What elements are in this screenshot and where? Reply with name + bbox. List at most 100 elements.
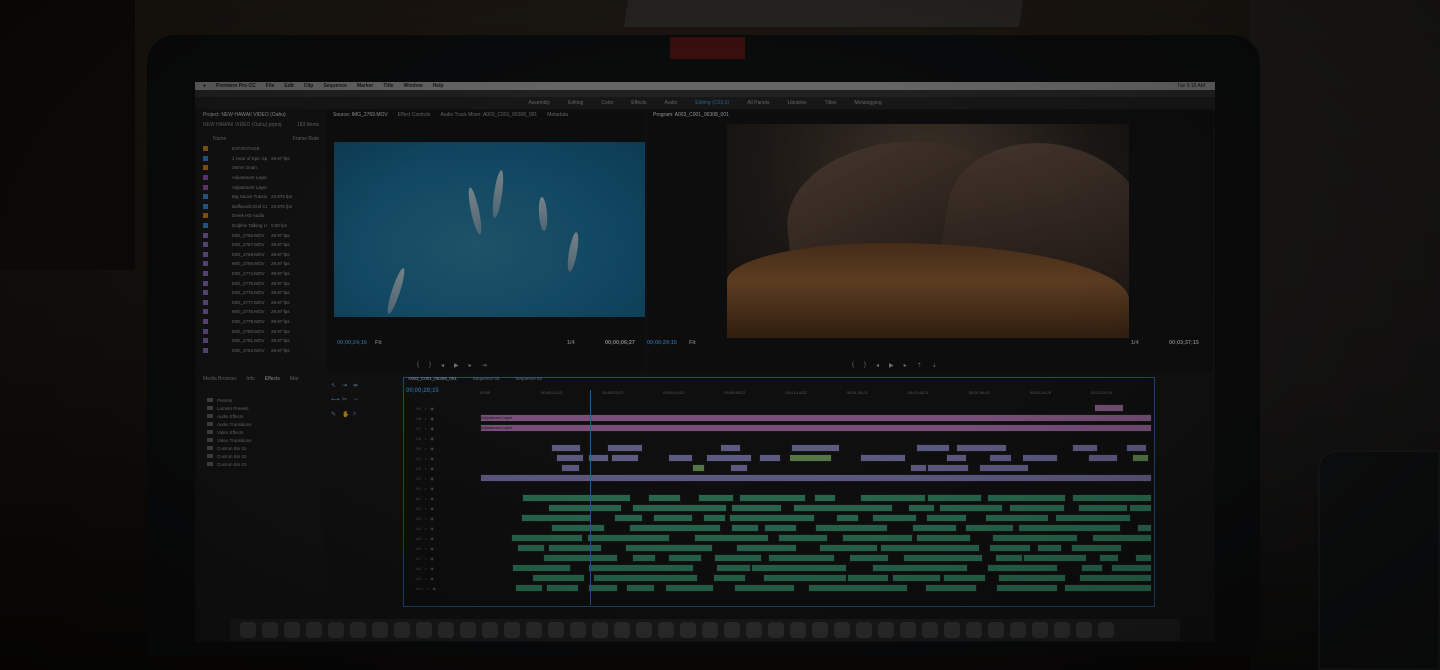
- extract-icon[interactable]: ⇣: [932, 362, 937, 369]
- timeline-clip[interactable]: [510, 534, 584, 542]
- timeline-clip[interactable]: [762, 574, 847, 582]
- lock-icon[interactable]: ▪: [425, 496, 426, 501]
- eye-icon[interactable]: ◉: [430, 516, 434, 521]
- dock-app-icon[interactable]: [240, 622, 256, 638]
- timeline-clip[interactable]: [988, 454, 1012, 462]
- eye-icon[interactable]: ◉: [430, 486, 434, 491]
- rolling-edit-icon[interactable]: ⟷: [331, 396, 340, 403]
- lock-icon[interactable]: ▪: [427, 586, 428, 591]
- step-back-icon[interactable]: ◂: [441, 362, 444, 369]
- track-header[interactable]: A6 ▪ ◉: [404, 544, 480, 553]
- track-header[interactable]: A4 ▪ ◉: [404, 524, 480, 533]
- project-item[interactable]: Dolphin Talking Unde 0.00 fps: [197, 221, 325, 231]
- effects-search[interactable]: [197, 384, 325, 396]
- dock-app-icon[interactable]: [438, 622, 454, 638]
- timeline-clip[interactable]: [1064, 584, 1152, 592]
- eye-icon[interactable]: ◉: [430, 456, 434, 461]
- effects-folder[interactable]: Audio Transitions: [197, 420, 325, 428]
- timeline-clip[interactable]: [925, 584, 978, 592]
- timeline-clip[interactable]: [706, 454, 752, 462]
- timeline-clip[interactable]: [703, 514, 726, 522]
- selection-tool-icon[interactable]: ↖: [331, 382, 338, 389]
- effects-folder[interactable]: Audio Effects: [197, 412, 325, 420]
- timeline-clip[interactable]: [588, 454, 610, 462]
- timeline-clip[interactable]: [548, 504, 623, 512]
- dock-app-icon[interactable]: [262, 622, 278, 638]
- timeline-clip[interactable]: [512, 564, 572, 572]
- tab-sequence-03a[interactable]: Sequence 03: [473, 376, 500, 381]
- effects-folder[interactable]: Presets: [197, 396, 325, 404]
- dock-app-icon[interactable]: [768, 622, 784, 638]
- timeline-clip[interactable]: [777, 534, 828, 542]
- step-back-icon[interactable]: ◂: [876, 362, 879, 369]
- timeline-clip[interactable]: [927, 494, 983, 502]
- lift-icon[interactable]: ⇡: [917, 362, 922, 369]
- app-menu[interactable]: Premiere Pro CC: [216, 83, 256, 89]
- effects-folder[interactable]: Custom Bin 02: [197, 452, 325, 460]
- menu-sequence[interactable]: Sequence: [323, 83, 347, 89]
- timeline-clip[interactable]: [632, 504, 727, 512]
- timeline-clip[interactable]: [587, 584, 618, 592]
- timeline-clip[interactable]: [915, 534, 971, 542]
- project-item[interactable]: IMG_2781.MOV 29.97 fps: [197, 336, 325, 346]
- lock-icon[interactable]: ▪: [425, 546, 426, 551]
- workspace-titles[interactable]: Titles: [825, 100, 837, 106]
- timeline-clip[interactable]: [522, 494, 632, 502]
- timeline-timecode[interactable]: 00;00;29;15: [406, 388, 439, 394]
- eye-icon[interactable]: ◉: [430, 526, 434, 531]
- tab-media-browser[interactable]: Media Browser: [203, 376, 236, 382]
- timeline-clip[interactable]: [1070, 544, 1122, 552]
- timeline-clip[interactable]: [480, 474, 1152, 482]
- track-header[interactable]: V2 ▪ ◉: [404, 474, 480, 483]
- timeline-clip[interactable]: [647, 494, 682, 502]
- menu-title[interactable]: Title: [383, 83, 393, 89]
- dock-app-icon[interactable]: [636, 622, 652, 638]
- timeline-clip[interactable]: [1018, 524, 1122, 532]
- dock-app-icon[interactable]: [350, 622, 366, 638]
- dock-app-icon[interactable]: [834, 622, 850, 638]
- effects-folder[interactable]: Video Transitions: [197, 436, 325, 444]
- project-item[interactable]: Adjustment Layer: [197, 173, 325, 183]
- dock-app-icon[interactable]: [944, 622, 960, 638]
- menu-window[interactable]: Window: [404, 83, 423, 89]
- timeline-clip[interactable]: [1081, 564, 1104, 572]
- dock-app-icon[interactable]: [504, 622, 520, 638]
- lock-icon[interactable]: ▪: [425, 446, 426, 451]
- timeline-clip[interactable]: [849, 554, 889, 562]
- timeline-clip[interactable]: [946, 454, 967, 462]
- timeline-clip[interactable]: [1078, 504, 1128, 512]
- lock-icon[interactable]: ▪: [425, 436, 426, 441]
- timeline-clip[interactable]: [808, 584, 909, 592]
- workspace-editing[interactable]: Editing: [568, 100, 583, 106]
- tab-source[interactable]: Source: IMG_2769.MOV: [333, 112, 388, 118]
- timeline-clip[interactable]: [667, 554, 703, 562]
- workspace-metalogging[interactable]: Metalogging: [854, 100, 881, 106]
- project-item[interactable]: IMG_2767.MOV 29.97 fps: [197, 240, 325, 250]
- eye-icon[interactable]: ◉: [430, 536, 434, 541]
- timeline-clip[interactable]: [942, 574, 986, 582]
- dock-app-icon[interactable]: [1076, 622, 1092, 638]
- timeline-clip[interactable]: [550, 524, 606, 532]
- timeline-clip[interactable]: [988, 544, 1032, 552]
- timeline-clip[interactable]: [1079, 574, 1152, 582]
- eye-icon[interactable]: ◉: [430, 406, 434, 411]
- timeline-clip[interactable]: [610, 454, 640, 462]
- track-header[interactable]: V7 ▪ ◉: [404, 424, 480, 433]
- eye-icon[interactable]: ◉: [430, 546, 434, 551]
- timeline-clip[interactable]: [835, 514, 859, 522]
- timeline-clip[interactable]: [790, 444, 841, 452]
- timeline-clip[interactable]: [719, 444, 741, 452]
- track-header[interactable]: V3 ▪ ◉: [404, 464, 480, 473]
- timeline-clip[interactable]: [813, 494, 836, 502]
- timeline-clip[interactable]: [751, 564, 848, 572]
- timeline-clip[interactable]: Adjustment Layer: [480, 424, 1152, 432]
- razor-tool-icon[interactable]: ✂: [342, 396, 349, 403]
- dock-app-icon[interactable]: [526, 622, 542, 638]
- timeline-clip[interactable]: [1009, 504, 1066, 512]
- menu-file[interactable]: File: [266, 83, 275, 89]
- timeline-clip[interactable]: [1071, 444, 1098, 452]
- eye-icon[interactable]: ◉: [430, 436, 434, 441]
- tab-effect-controls[interactable]: Effect Controls: [398, 112, 431, 118]
- timeline-clip[interactable]: [991, 534, 1079, 542]
- dock-app-icon[interactable]: [1032, 622, 1048, 638]
